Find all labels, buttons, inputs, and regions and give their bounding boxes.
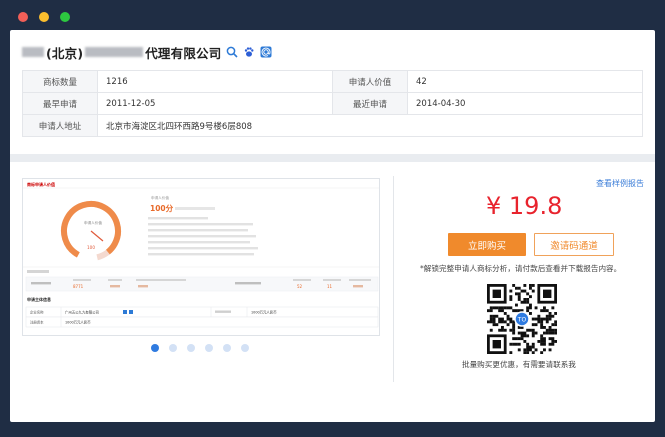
preview-section-title: 申请主体信息	[27, 296, 51, 302]
browser-window: (北京) 代理有限公司 商标数量 1216 申请人价值 42 最早申请 2011…	[10, 30, 655, 422]
earliest-application-value: 2011-12-05	[97, 92, 333, 115]
company-name-suffix: 代理有限公司	[145, 45, 222, 61]
applicant-info-table: 商标数量 1216 申请人价值 42 最早申请 2011-12-05 最近申请 …	[22, 70, 643, 137]
gauge-label: 申请人价值	[84, 220, 102, 225]
close-window-dot[interactable]	[18, 12, 28, 22]
carousel-dot[interactable]	[151, 344, 159, 352]
redacted-text	[22, 47, 44, 57]
buy-now-button[interactable]: 立即购买	[448, 233, 526, 256]
carousel-dot[interactable]	[223, 344, 231, 352]
carousel-dot[interactable]	[187, 344, 195, 352]
vertical-divider	[393, 176, 394, 382]
report-price: ¥ 19.8	[486, 192, 563, 220]
section-divider	[10, 154, 655, 162]
qr-badge-text: TO	[517, 317, 527, 324]
minimize-window-dot[interactable]	[39, 12, 49, 22]
carousel-pager	[10, 343, 392, 353]
table-row: 最早申请 2011-12-05 最近申请 2014-04-30	[22, 92, 643, 115]
applicant-value-value: 42	[407, 70, 643, 93]
bulk-purchase-notice: 批量购买更优惠，有需要请联系我	[462, 360, 576, 369]
preview-stat-1: 8771	[73, 284, 84, 289]
table-row: 商标数量 1216 申请人价值 42	[22, 70, 643, 93]
latest-application-value: 2014-04-30	[407, 92, 643, 115]
unlock-notice: *解锁完整申请人商标分析，请付款后查看并下载报告内容。	[420, 264, 622, 273]
carousel-dot[interactable]	[169, 344, 177, 352]
preview-score: 100分	[150, 203, 174, 213]
redacted-text	[85, 47, 144, 57]
preview-company-table: 企业名称 广州五公九九有限公司 1000万元人民币 注册资本 1000万元人民币	[25, 306, 379, 328]
qr-code-icon: TO	[487, 284, 558, 355]
preview-stat-3: 11	[327, 284, 333, 289]
gauge-value: 100	[87, 245, 95, 250]
earliest-application-label: 最早申请	[22, 92, 98, 115]
search-icon[interactable]	[226, 46, 239, 58]
preview-stat-2: 52	[297, 284, 303, 289]
preview-company-value: 广州五公九九有限公司	[65, 310, 99, 315]
contact-qr-code: TO	[487, 284, 558, 355]
carousel-dot[interactable]	[205, 344, 213, 352]
score-gauge: 申请人价值 100	[61, 201, 122, 261]
maximize-window-dot[interactable]	[60, 12, 70, 22]
applicant-value-label: 申请人价值	[332, 70, 408, 93]
window-titlebar	[0, 0, 665, 30]
at-email-icon[interactable]	[260, 46, 272, 58]
preview-report-mockup: 申请人价值 100 申请人价值 100分 8771 52 11 申请主体信息 企…	[23, 187, 379, 328]
trademark-count-value: 1216	[97, 70, 333, 93]
view-sample-report-link[interactable]: 查看样例报告	[596, 178, 644, 189]
preview-reg-value-2: 1000万元人民币	[65, 320, 91, 325]
preview-title: 商标申请人价值	[27, 182, 55, 187]
preview-stats-row: 8771 52 11	[25, 276, 379, 292]
report-preview-image[interactable]: 商标申请人价值 申请人价值 100 申请人价值 100分 8771 52 11 …	[22, 178, 380, 336]
address-value: 北京市海淀区北四环西路9号楼6层808	[97, 114, 643, 137]
table-row: 申请人地址 北京市海淀区北四环西路9号楼6层808	[22, 114, 643, 137]
latest-application-label: 最近申请	[332, 92, 408, 115]
preview-score-label: 申请人价值	[151, 195, 169, 200]
preview-company-field: 企业名称	[30, 310, 44, 315]
address-label: 申请人地址	[22, 114, 98, 137]
carousel-dot[interactable]	[241, 344, 249, 352]
trademark-count-label: 商标数量	[22, 70, 98, 93]
baidu-paw-icon[interactable]	[243, 46, 255, 58]
invite-code-button[interactable]: 邀请码通道	[534, 233, 614, 256]
company-header: (北京) 代理有限公司	[20, 43, 272, 61]
company-name-prefix: (北京)	[46, 45, 84, 61]
preview-reg-value: 1000万元人民币	[251, 310, 277, 315]
preview-reg-field: 注册资本	[30, 320, 44, 325]
